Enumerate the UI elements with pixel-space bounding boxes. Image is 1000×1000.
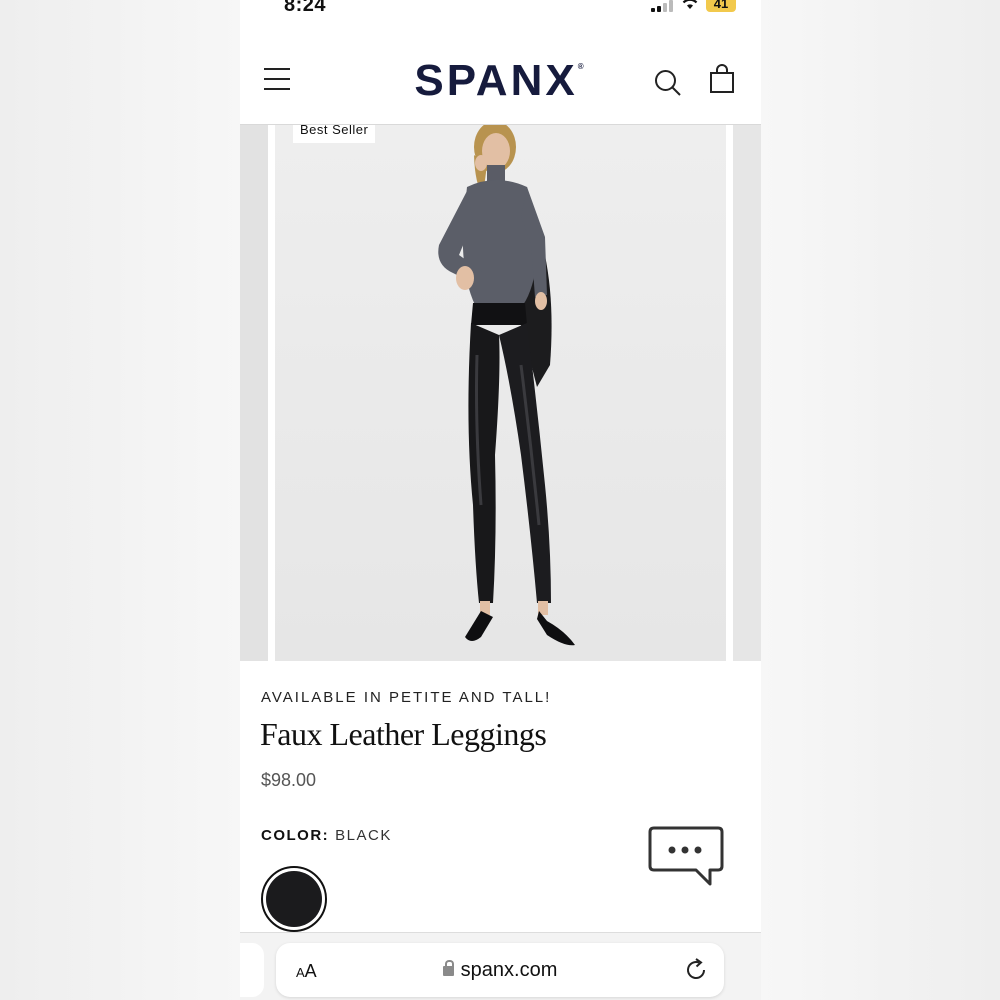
color-selector-label: COLOR: BLACK [261,827,392,844]
product-image-carousel[interactable]: Best Seller [240,125,761,661]
chat-icon[interactable] [648,826,724,888]
color-label: COLOR: [261,827,330,844]
url-display[interactable]: spanx.com [276,959,724,982]
logo-text: SPANX [414,56,578,105]
browser-toolbar: AA spanx.com [240,932,761,1000]
color-value: BLACK [335,827,392,844]
site-header: SPANX® [240,20,761,125]
product-image[interactable]: Best Seller [275,125,726,661]
previous-image-slide[interactable] [240,125,268,661]
product-price: $98.00 [261,770,317,790]
reload-icon[interactable] [683,957,709,983]
wifi-icon [681,0,699,9]
previous-tab[interactable] [240,943,264,997]
next-image-slide[interactable] [733,125,761,661]
status-time: 8:24 [284,0,327,16]
phone-screen: 8:24 41 SPANX® Best Seller AVAILABLE IN … [240,0,761,1000]
cellular-signal-icon [651,0,673,12]
search-icon[interactable] [653,68,683,98]
address-bar[interactable]: AA spanx.com [276,943,724,997]
color-swatch-black[interactable] [261,866,327,932]
registered-mark: ® [577,62,587,71]
swatch-fill [266,871,322,927]
model-photo [438,125,575,646]
url-text: spanx.com [460,959,558,981]
best-seller-badge: Best Seller [293,125,376,143]
battery-icon: 41 [706,0,736,12]
availability-note: AVAILABLE IN PETITE AND TALL! [261,689,552,706]
lock-icon [442,960,454,976]
status-bar: 8:24 41 [240,0,761,20]
shopping-bag-icon[interactable] [707,64,737,94]
product-title: Faux Leather Leggings [260,716,547,752]
